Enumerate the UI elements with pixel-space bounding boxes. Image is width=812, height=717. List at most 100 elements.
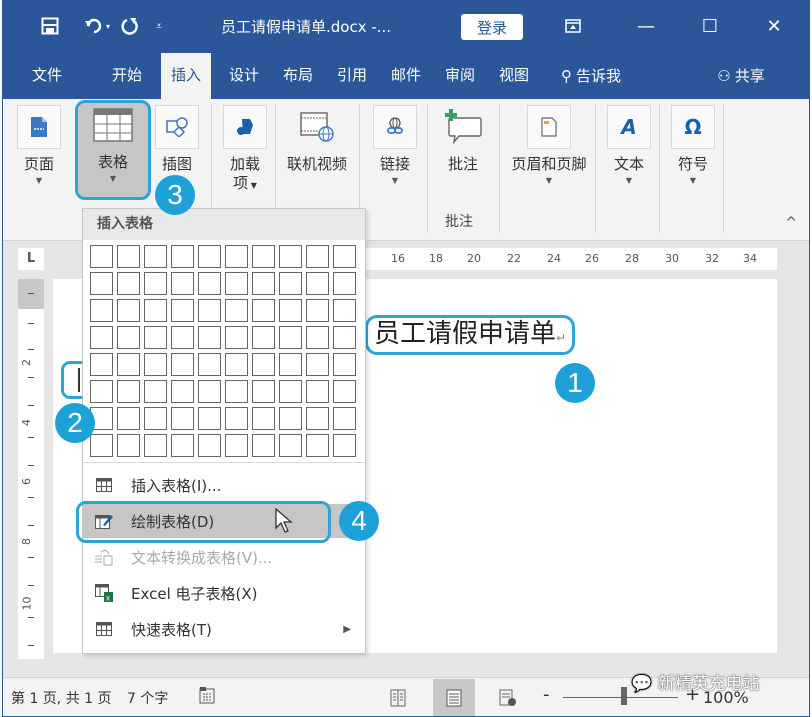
- grid-cell[interactable]: [144, 434, 167, 457]
- grid-cell[interactable]: [117, 353, 140, 376]
- grid-cell[interactable]: [279, 326, 302, 349]
- grid-cell[interactable]: [279, 434, 302, 457]
- grid-cell[interactable]: [306, 434, 329, 457]
- tab-references[interactable]: 引用: [329, 53, 375, 99]
- grid-cell[interactable]: [306, 407, 329, 430]
- grid-cell[interactable]: [306, 272, 329, 295]
- grid-cell[interactable]: [90, 272, 113, 295]
- grid-cell[interactable]: [225, 407, 248, 430]
- grid-cell[interactable]: [333, 353, 356, 376]
- grid-cell[interactable]: [306, 299, 329, 322]
- grid-cell[interactable]: [117, 407, 140, 430]
- read-mode-view-icon[interactable]: [381, 679, 415, 716]
- grid-cell[interactable]: [198, 434, 221, 457]
- grid-cell[interactable]: [171, 326, 194, 349]
- grid-cell[interactable]: [306, 326, 329, 349]
- grid-cell[interactable]: [279, 380, 302, 403]
- grid-cell[interactable]: [171, 407, 194, 430]
- grid-cell[interactable]: [333, 272, 356, 295]
- grid-cell[interactable]: [198, 326, 221, 349]
- tab-mailings[interactable]: 邮件: [383, 53, 429, 99]
- grid-cell[interactable]: [306, 380, 329, 403]
- grid-cell[interactable]: [90, 299, 113, 322]
- grid-cell[interactable]: [252, 380, 275, 403]
- grid-cell[interactable]: [171, 353, 194, 376]
- grid-cell[interactable]: [252, 245, 275, 268]
- save-icon[interactable]: [39, 14, 61, 38]
- link-button[interactable]: 链接 ▼: [367, 105, 423, 185]
- grid-cell[interactable]: [171, 434, 194, 457]
- login-button[interactable]: 登录: [461, 14, 523, 40]
- grid-cell[interactable]: [306, 245, 329, 268]
- grid-cell[interactable]: [117, 434, 140, 457]
- grid-cell[interactable]: [144, 353, 167, 376]
- symbol-button[interactable]: Ω 符号 ▼: [665, 105, 721, 185]
- ribbon-display-options-icon[interactable]: [563, 14, 583, 38]
- grid-cell[interactable]: [117, 299, 140, 322]
- grid-cell[interactable]: [333, 380, 356, 403]
- tab-file[interactable]: 文件: [25, 53, 69, 99]
- grid-cell[interactable]: [171, 272, 194, 295]
- grid-cell[interactable]: [252, 299, 275, 322]
- zoom-slider-thumb[interactable]: [620, 687, 627, 705]
- grid-cell[interactable]: [144, 272, 167, 295]
- close-button[interactable]: ✕: [759, 14, 789, 38]
- grid-cell[interactable]: [279, 407, 302, 430]
- grid-cell[interactable]: [198, 407, 221, 430]
- grid-cell[interactable]: [225, 245, 248, 268]
- grid-cell[interactable]: [144, 407, 167, 430]
- table-button[interactable]: 表格 ▼: [83, 103, 143, 183]
- document-heading[interactable]: 员工请假申请单↵: [365, 315, 576, 355]
- tab-design[interactable]: 设计: [221, 53, 267, 99]
- grid-cell[interactable]: [117, 272, 140, 295]
- minimize-button[interactable]: —: [631, 14, 661, 38]
- grid-cell[interactable]: [171, 245, 194, 268]
- menu-item-insert-table[interactable]: 插入表格(I)...: [83, 468, 365, 502]
- customize-quick-access-icon[interactable]: ⩡: [153, 14, 165, 38]
- grid-cell[interactable]: [198, 272, 221, 295]
- grid-cell[interactable]: [144, 299, 167, 322]
- tab-view[interactable]: 视图: [491, 53, 537, 99]
- grid-cell[interactable]: [225, 326, 248, 349]
- table-size-grid[interactable]: [90, 245, 356, 457]
- grid-cell[interactable]: [279, 353, 302, 376]
- grid-cell[interactable]: [144, 380, 167, 403]
- menu-item-quick-tables[interactable]: 快速表格(T) ▶: [83, 612, 365, 646]
- share-button[interactable]: ⚇ 共享: [703, 53, 779, 99]
- illustrations-button[interactable]: 插图: [149, 105, 205, 174]
- add-ins-button[interactable]: 加载 项 ▼: [217, 105, 273, 195]
- tab-selector[interactable]: L: [18, 248, 44, 270]
- tab-home[interactable]: 开始: [101, 53, 153, 99]
- header-footer-button[interactable]: 页眉和页脚 ▼: [501, 105, 597, 185]
- undo-dropdown-icon[interactable]: ▾: [103, 14, 113, 38]
- grid-cell[interactable]: [90, 434, 113, 457]
- proofing-icon[interactable]: [199, 686, 215, 708]
- grid-cell[interactable]: [333, 434, 356, 457]
- grid-cell[interactable]: [252, 434, 275, 457]
- grid-cell[interactable]: [117, 245, 140, 268]
- grid-cell[interactable]: [225, 353, 248, 376]
- grid-cell[interactable]: [198, 353, 221, 376]
- vertical-ruler[interactable]: 2 4 6 8 10: [18, 279, 44, 659]
- grid-cell[interactable]: [333, 245, 356, 268]
- grid-cell[interactable]: [225, 434, 248, 457]
- grid-cell[interactable]: [117, 326, 140, 349]
- page-info[interactable]: 第 1 页, 共 1 页: [11, 688, 112, 708]
- grid-cell[interactable]: [252, 407, 275, 430]
- grid-cell[interactable]: [144, 326, 167, 349]
- grid-cell[interactable]: [198, 299, 221, 322]
- grid-cell[interactable]: [144, 245, 167, 268]
- grid-cell[interactable]: [171, 299, 194, 322]
- word-count[interactable]: 7 个字: [127, 688, 168, 708]
- web-layout-view-icon[interactable]: [491, 679, 525, 716]
- grid-cell[interactable]: [90, 380, 113, 403]
- grid-cell[interactable]: [306, 353, 329, 376]
- online-video-button[interactable]: 联机视频: [279, 105, 355, 174]
- grid-cell[interactable]: [252, 272, 275, 295]
- grid-cell[interactable]: [198, 245, 221, 268]
- maximize-button[interactable]: ☐: [695, 14, 725, 38]
- grid-cell[interactable]: [90, 245, 113, 268]
- grid-cell[interactable]: [198, 380, 221, 403]
- grid-cell[interactable]: [333, 407, 356, 430]
- print-layout-view-icon[interactable]: [433, 679, 475, 716]
